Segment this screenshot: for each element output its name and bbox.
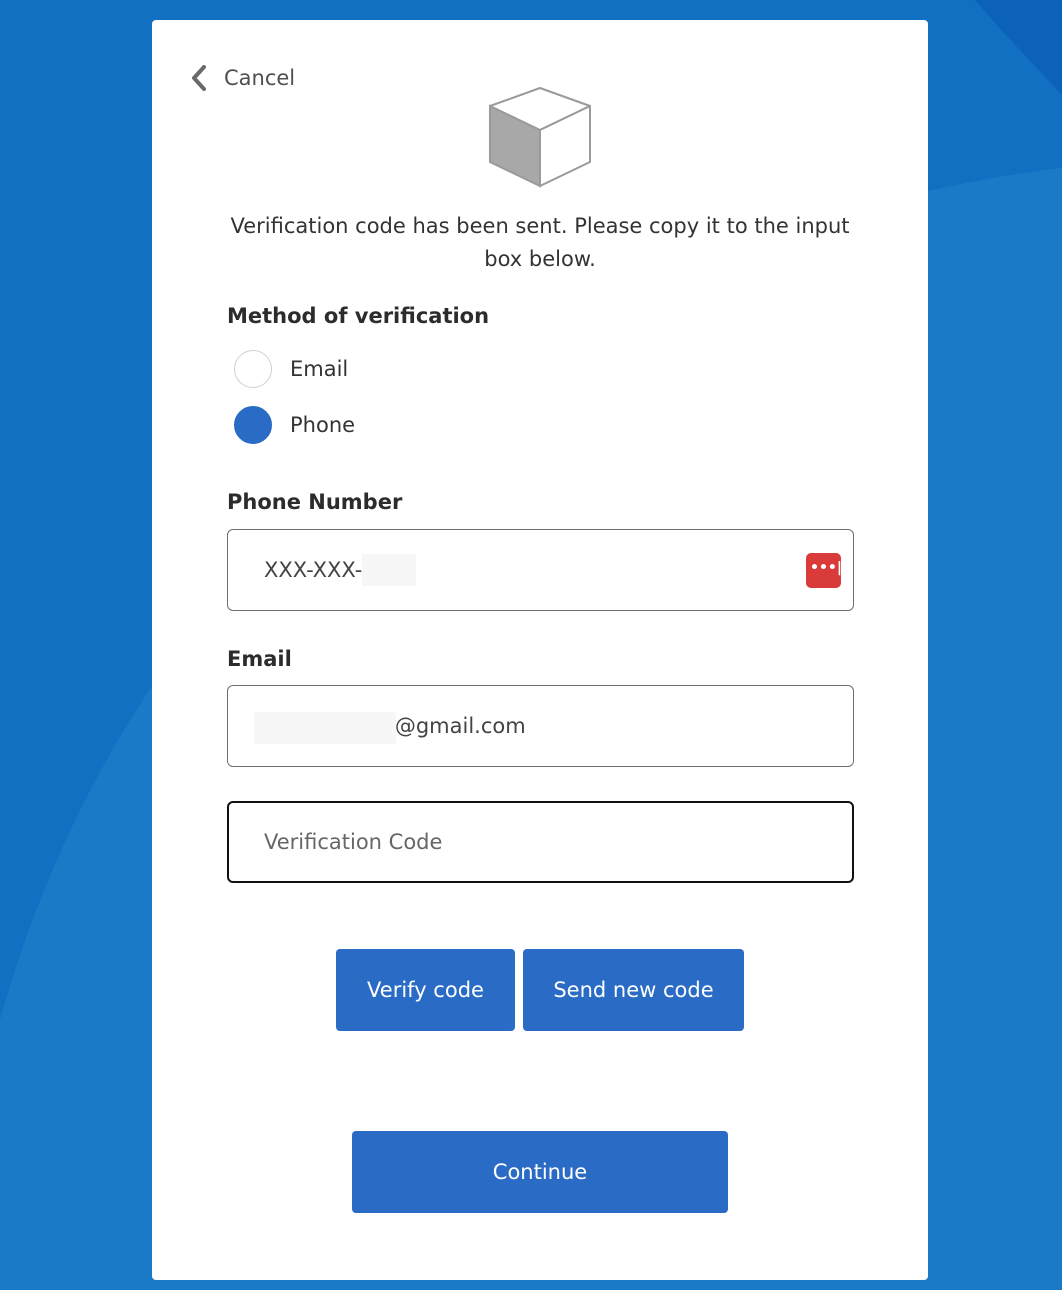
radio-email[interactable] [234,350,272,388]
intro-message: Verification code has been sent. Please … [230,214,850,271]
phone-number-input[interactable] [264,530,784,610]
email-field-wrapper [227,685,854,767]
cube-logo [489,87,591,188]
radio-phone[interactable] [234,406,272,444]
verification-card: Cancel Verification code has been sent. … [152,20,928,1280]
radio-email-label: Email [290,357,349,381]
verification-code-input[interactable] [264,803,784,881]
redacted-digits [362,554,416,586]
method-of-verification-label: Method of verification [227,304,490,328]
radio-phone-label: Phone [290,413,356,437]
phone-number-label: Phone Number [227,490,403,514]
cancel-button[interactable]: Cancel [190,60,295,96]
chevron-left-icon [192,65,206,91]
radio-option-email[interactable]: Email [234,350,348,388]
email-input[interactable] [389,686,809,766]
email-label: Email [227,647,292,671]
continue-button[interactable]: Continue [352,1131,728,1213]
radio-option-phone[interactable]: Phone [234,406,355,444]
password-manager-icon[interactable]: •••| [806,553,842,588]
verify-code-button[interactable]: Verify code [336,949,515,1031]
phone-number-field-wrapper: •••| [227,529,854,611]
redacted-email-prefix [254,712,396,744]
cancel-label: Cancel [224,66,296,90]
verification-code-field-wrapper [227,801,854,883]
send-new-code-button[interactable]: Send new code [523,949,744,1031]
